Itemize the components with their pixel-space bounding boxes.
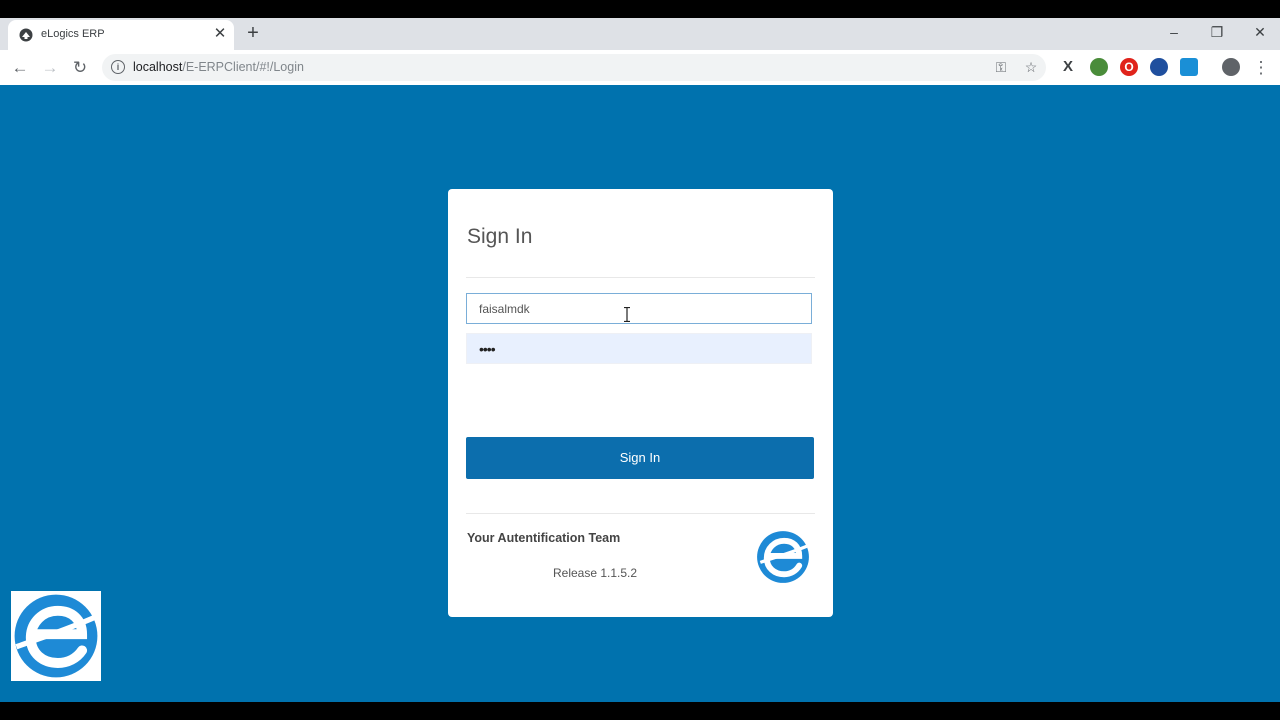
extension-x-icon[interactable]: X <box>1059 58 1077 76</box>
profile-avatar-icon[interactable] <box>1222 58 1240 76</box>
extension-opera-icon[interactable]: O <box>1120 58 1138 76</box>
key-icon[interactable]: ⚿ <box>991 57 1011 77</box>
corner-logo-badge <box>11 591 101 681</box>
tab-strip: eLogics ERP ✕ + – ❐ ✕ <box>0 18 1280 50</box>
divider <box>466 277 815 278</box>
bookmark-star-icon[interactable]: ☆ <box>1021 57 1041 77</box>
menu-dots-icon[interactable]: ⋮ <box>1250 57 1272 79</box>
screen-top-border <box>0 0 1280 18</box>
elogics-logo-icon <box>14 594 99 678</box>
window-close-icon[interactable]: ✕ <box>1249 22 1271 42</box>
text-cursor-icon <box>624 307 630 322</box>
address-bar[interactable]: i localhost/E-ERPClient/#!/Login ⚿ ☆ <box>102 54 1046 81</box>
forward-icon[interactable]: → <box>39 57 61 79</box>
release-version: Release 1.1.5.2 <box>553 566 638 580</box>
extension-tag-icon[interactable] <box>1180 58 1198 76</box>
login-card: Sign In Sign In Your Autentification Tea… <box>448 189 833 617</box>
extension-blue-icon[interactable] <box>1150 58 1168 76</box>
tab-close-icon[interactable]: ✕ <box>211 25 229 43</box>
url-text[interactable]: localhost/E-ERPClient/#!/Login <box>133 60 304 74</box>
back-icon[interactable]: ← <box>9 57 31 79</box>
browser-tab[interactable]: eLogics ERP ✕ <box>8 20 234 50</box>
tab-title: eLogics ERP <box>41 28 105 40</box>
page-title: Sign In <box>467 225 533 248</box>
screen-bottom-border <box>0 702 1280 720</box>
username-input[interactable] <box>466 293 812 324</box>
password-input[interactable] <box>466 333 812 364</box>
info-icon[interactable]: i <box>111 60 125 74</box>
extension-globe-icon[interactable] <box>1090 58 1108 76</box>
url-path: /E-ERPClient/#!/Login <box>182 60 304 74</box>
favicon-icon <box>19 28 33 42</box>
sign-in-button[interactable]: Sign In <box>466 437 814 479</box>
elogics-logo-icon <box>757 531 809 583</box>
team-label: Your Autentification Team <box>467 531 621 545</box>
divider <box>466 513 815 514</box>
restore-icon[interactable]: ❐ <box>1206 22 1228 42</box>
new-tab-button[interactable]: + <box>243 23 263 44</box>
url-host: localhost <box>133 60 183 74</box>
reload-icon[interactable]: ↻ <box>69 57 91 79</box>
page-background: Sign In Sign In Your Autentification Tea… <box>0 85 1280 702</box>
minimize-icon[interactable]: – <box>1163 22 1185 42</box>
browser-toolbar: ← → ↻ i localhost/E-ERPClient/#!/Login ⚿… <box>0 50 1280 86</box>
